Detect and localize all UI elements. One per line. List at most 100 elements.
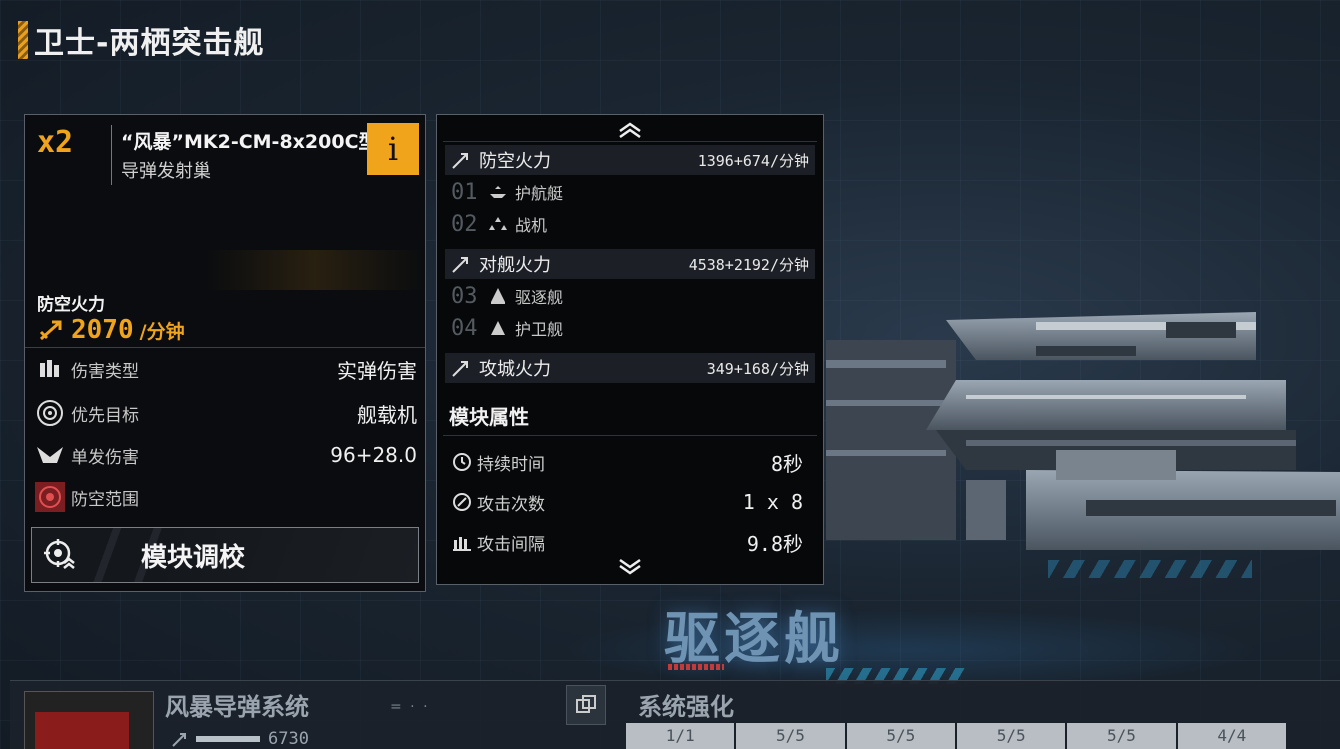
fire-label: 对舰火力 — [479, 255, 551, 276]
info-icon: i — [387, 130, 399, 168]
weapon-stat-unit: /分钟 — [139, 320, 185, 343]
module-props-divider — [443, 435, 817, 436]
info-button[interactable]: i — [367, 123, 419, 175]
anti-air-icon — [37, 317, 67, 343]
weapon-divider — [25, 347, 425, 348]
scroll-up-button[interactable] — [615, 119, 645, 141]
single-damage-icon — [33, 438, 67, 472]
calibrate-label: 模块调校 — [140, 542, 245, 573]
prop-row-attack-count: 攻击次数 1 x 8 — [451, 487, 803, 517]
weapon-name: “风暴”MK2-CM-8x200C型 — [121, 131, 378, 153]
target-row: 04 护卫舰 — [451, 313, 563, 343]
system-thumbnail[interactable] — [24, 691, 154, 749]
target-number: 04 — [451, 315, 478, 341]
frigate-icon — [487, 319, 509, 337]
target-label: 护卫舰 — [515, 320, 564, 339]
prop-label: 攻击次数 — [477, 494, 545, 515]
firepower-panel[interactable]: 防空火力 1396+674/分钟 01 护航艇 02 战机 对舰火力 4538+… — [436, 114, 824, 585]
system-indicator: = · · — [390, 699, 430, 715]
enhance-levels: 1/1 5/5 5/5 5/5 5/5 4/4 — [626, 723, 1286, 749]
damage-type-icon — [33, 352, 67, 386]
calibrate-icon — [32, 528, 88, 582]
target-label: 驱逐舰 — [515, 288, 564, 307]
calibrate-button[interactable]: 模块调校 — [31, 527, 419, 583]
attr-value: 96+28.0 — [330, 443, 417, 467]
fire-value: 4538+2192/分钟 — [688, 255, 809, 274]
target-row: 02 战机 — [451, 209, 547, 239]
system-stat-value: 6730 — [268, 729, 309, 749]
weapon-header-divider — [111, 125, 112, 185]
system-stat: 6730 — [172, 729, 309, 749]
chevron-down-icon — [619, 558, 641, 575]
enhance-level-slot[interactable]: 5/5 — [1067, 723, 1176, 749]
fire-row-anti-ship: 对舰火力 4538+2192/分钟 — [445, 249, 815, 279]
interval-icon — [451, 531, 473, 553]
fighter-icon — [487, 216, 509, 232]
target-number: 01 — [451, 179, 478, 205]
prop-value: 9.8秒 — [746, 531, 803, 556]
target-number: 03 — [451, 283, 478, 309]
fire-value: 349+168/分钟 — [706, 359, 809, 378]
enhance-level-slot[interactable]: 5/5 — [956, 723, 1066, 749]
fire-label: 攻城火力 — [479, 359, 551, 380]
firepower-top-divider — [443, 141, 817, 142]
scroll-down-button[interactable] — [615, 556, 645, 578]
prop-value: 8秒 — [770, 451, 803, 476]
priority-target-icon — [33, 396, 67, 430]
fire-row-siege: 攻城火力 349+168/分钟 — [445, 353, 815, 383]
destroyer-icon — [487, 287, 509, 305]
class-tag-marker — [668, 664, 724, 670]
weapon-stat-label: 防空火力 — [37, 295, 105, 315]
enhance-level-slot[interactable]: 1/1 — [626, 723, 735, 749]
target-number: 02 — [451, 211, 478, 237]
attr-value: 舰载机 — [357, 402, 417, 427]
prop-label: 持续时间 — [477, 454, 545, 475]
attr-row-aa-range[interactable]: 防空范围 — [33, 479, 417, 515]
weapon-header: x2 “风暴”MK2-CM-8x200C型 导弹发射巢 i — [25, 115, 425, 290]
attr-row-priority-target: 优先目标 舰载机 — [33, 395, 417, 431]
anti-ship-icon — [452, 257, 468, 273]
copy-icon — [576, 695, 596, 713]
attr-row-damage-type: 伤害类型 实弹伤害 — [33, 351, 417, 387]
system-stat-bar — [196, 736, 260, 742]
attr-value: 实弹伤害 — [337, 358, 417, 383]
fire-label: 防空火力 — [479, 151, 551, 172]
weapon-quantity: x2 — [37, 125, 74, 160]
enhance-level-slot[interactable]: 5/5 — [736, 723, 845, 749]
swap-button[interactable] — [566, 685, 606, 725]
attr-label: 单发伤害 — [71, 447, 139, 468]
attr-label: 伤害类型 — [71, 361, 139, 382]
bottom-bar: 风暴导弹系统 = · · 6730 系统强化 1/1 5/5 5/5 5/5 5… — [10, 680, 1340, 749]
chevron-up-icon — [619, 122, 641, 139]
fire-row-anti-air: 防空火力 1396+674/分钟 — [445, 145, 815, 175]
ship-illustration — [826, 312, 1340, 550]
missile-system-icon — [35, 712, 129, 749]
escort-boat-icon — [487, 185, 509, 199]
prop-row-duration: 持续时间 8秒 — [451, 447, 803, 477]
enhance-level-slot[interactable]: 5/5 — [846, 723, 955, 749]
module-props-title: 模块属性 — [449, 405, 529, 429]
prop-row-interval: 攻击间隔 9.8秒 — [451, 527, 803, 557]
target-label: 护航艇 — [515, 184, 564, 203]
firepower-icon — [172, 733, 186, 747]
prop-label: 攻击间隔 — [477, 534, 545, 555]
enhance-title: 系统强化 — [638, 693, 734, 721]
enhance-level-slot[interactable]: 4/4 — [1177, 723, 1286, 749]
attr-label: 优先目标 — [71, 405, 139, 426]
clock-icon — [451, 451, 473, 473]
target-label: 战机 — [515, 216, 548, 235]
target-row: 01 护航艇 — [451, 177, 563, 207]
attr-row-single-damage: 单发伤害 96+28.0 — [33, 437, 417, 473]
weapon-type: 导弹发射巢 — [121, 161, 211, 182]
weapon-panel: x2 “风暴”MK2-CM-8x200C型 导弹发射巢 i 防空火力 2070 … — [24, 114, 426, 592]
siege-icon — [452, 361, 468, 377]
ship-class-label: 驱逐舰 — [664, 607, 844, 672]
prop-value: 1 x 8 — [742, 490, 803, 514]
attack-count-icon — [451, 491, 473, 513]
page-title: 卫士-两栖突击舰 — [34, 26, 265, 61]
weapon-glow — [205, 250, 425, 290]
fire-value: 1396+674/分钟 — [697, 151, 809, 170]
aa-range-icon — [33, 480, 67, 514]
anti-air-icon — [452, 153, 468, 169]
title-marker — [18, 21, 28, 59]
